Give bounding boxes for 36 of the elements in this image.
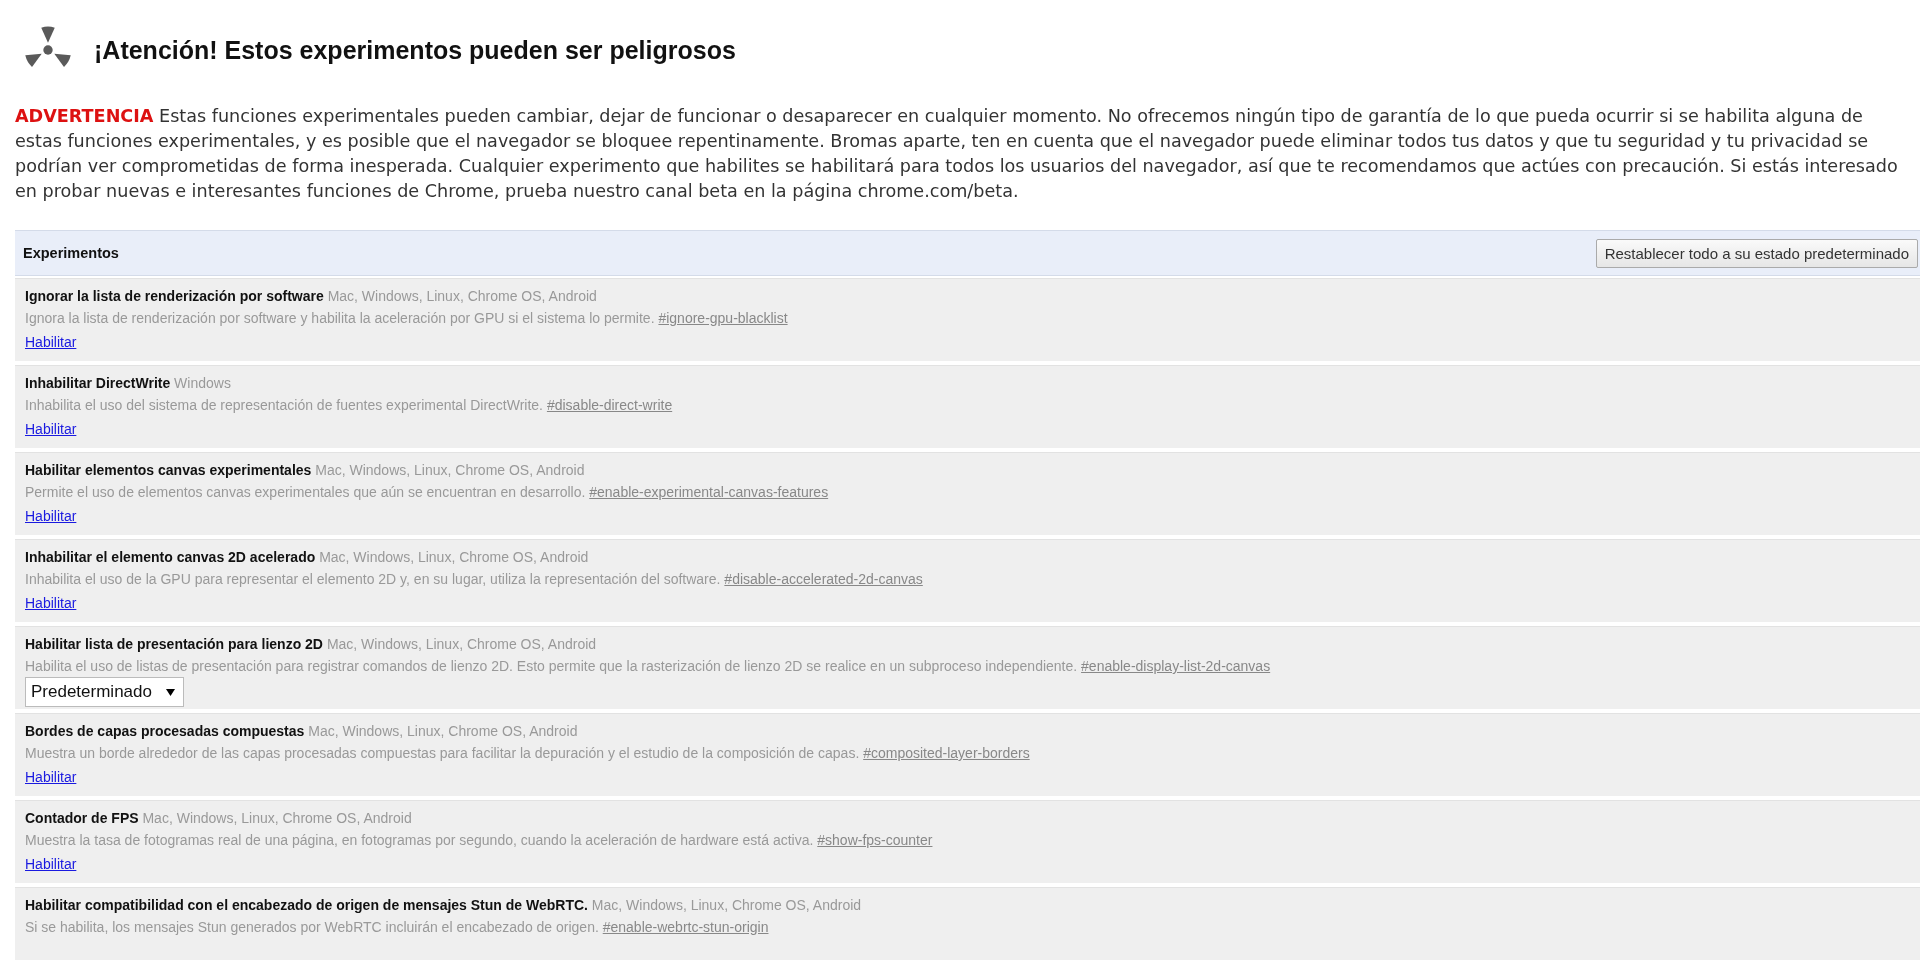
experiment-description: Si se habilita, los mensajes Stun generados por WebRTC incluirán el encabezado de origen.	[25, 919, 599, 935]
platforms: Mac, Windows, Linux, Chrome OS, Android	[327, 288, 597, 304]
experiment-name: Habilitar elementos canvas experimentales	[25, 462, 312, 478]
experiment-description: Habilita el uso de listas de presentación para registrar comandos de lienzo 2D. Esto permite que la rasterización de lienzo 2D se realice en un subproceso independiente.	[25, 658, 1078, 674]
dropdown[interactable]: Predeterminado	[25, 677, 184, 707]
experiment-name: Habilitar lista de presentación para lienzo 2D	[25, 636, 323, 652]
platforms: Mac, Windows, Linux, Chrome OS, Android	[308, 723, 578, 739]
enable-link[interactable]: Habilitar	[25, 421, 77, 437]
experiment-name: Inhabilitar el elemento canvas 2D acelerado	[25, 549, 316, 565]
warning-text: ADVERTENCIA Estas funciones experimentales pueden cambiar, dejar de funcionar o desaparecer en cualquier momento. No ofrecemos ningún tipo de garantía de lo que pueda ocurrir si se habilita alguna de estas funciones experimentales, y es posible que el navegador se bloquee repentinamente. Bromas aparte, ten en cuenta que el navegador puede eliminar todos tus datos y que tu seguridad y tu privacidad se podrían ver comprometidas de forma inesperada. Cualquier experimento que habilites se habilitará para todos los usuarios del navegador, así que te recomendamos que actúes con precaución. Si estás interesado en probar nuevas e interesantes funciones de Chrome, prueba nuestro canal beta en la página chrome.com/beta.	[15, 105, 1899, 203]
reset-button[interactable]: Restablecer todo a su estado predeterminado	[1595, 238, 1918, 268]
platforms: Mac, Windows, Linux, Chrome OS, Android	[319, 549, 589, 565]
enable-link[interactable]: Habilitar	[25, 769, 77, 785]
experiment-name: Bordes de capas procesadas compuestas	[25, 723, 305, 739]
experiment-description: Muestra la tasa de fotogramas real de una página, en fotogramas por segundo, cuando la aceleración de hardware está activa.	[25, 832, 814, 848]
enable-link[interactable]: Habilitar	[25, 508, 77, 524]
experiment-description: Inhabilita el uso del sistema de representación de fuentes experimental DirectWrite.	[25, 397, 543, 413]
enable-link[interactable]: Habilitar	[25, 856, 77, 872]
platforms: Windows	[174, 375, 231, 391]
experiment-description: Inhabilita el uso de la GPU para representar el elemento 2D y, en su lugar, utiliza la representación del software.	[25, 571, 721, 587]
platforms: Mac, Windows, Linux, Chrome OS, Android	[326, 636, 597, 652]
section-heading: Experimentos	[23, 245, 119, 261]
platforms: Mac, Windows, Linux, Chrome OS, Android	[315, 462, 585, 478]
experiment-description: Muestra un borde alrededor de las capas procesadas compuestas para facilitar la depuración y el estudio de la composición de capas.	[25, 745, 860, 761]
experiment-name: Contador de FPS	[25, 810, 139, 826]
page-title: ¡Atención! Estos experimentos pueden ser peligrosos	[94, 35, 736, 65]
enable-link[interactable]: Habilitar	[25, 595, 77, 611]
platforms: Mac, Windows, Linux, Chrome OS, Android	[142, 810, 412, 826]
platforms: Mac, Windows, Linux, Chrome OS, Android	[591, 897, 862, 913]
caret-icon	[165, 688, 175, 696]
experiment-name: Ignorar la lista de renderización por software	[25, 288, 324, 304]
experiment-name: Habilitar compatibilidad con el encabezado de origen de mensajes Stun de WebRTC.	[25, 897, 588, 913]
experiment-description: Ignora la lista de renderización por software y habilita la aceleración por GPU si el sistema lo permite.	[25, 310, 655, 326]
experiment-description: Permite el uso de elementos canvas experimentales que aún se encuentran en desarrollo.	[25, 484, 586, 500]
experiment-name: Inhabilitar DirectWrite	[25, 375, 171, 391]
enable-link[interactable]: Habilitar	[25, 334, 77, 350]
